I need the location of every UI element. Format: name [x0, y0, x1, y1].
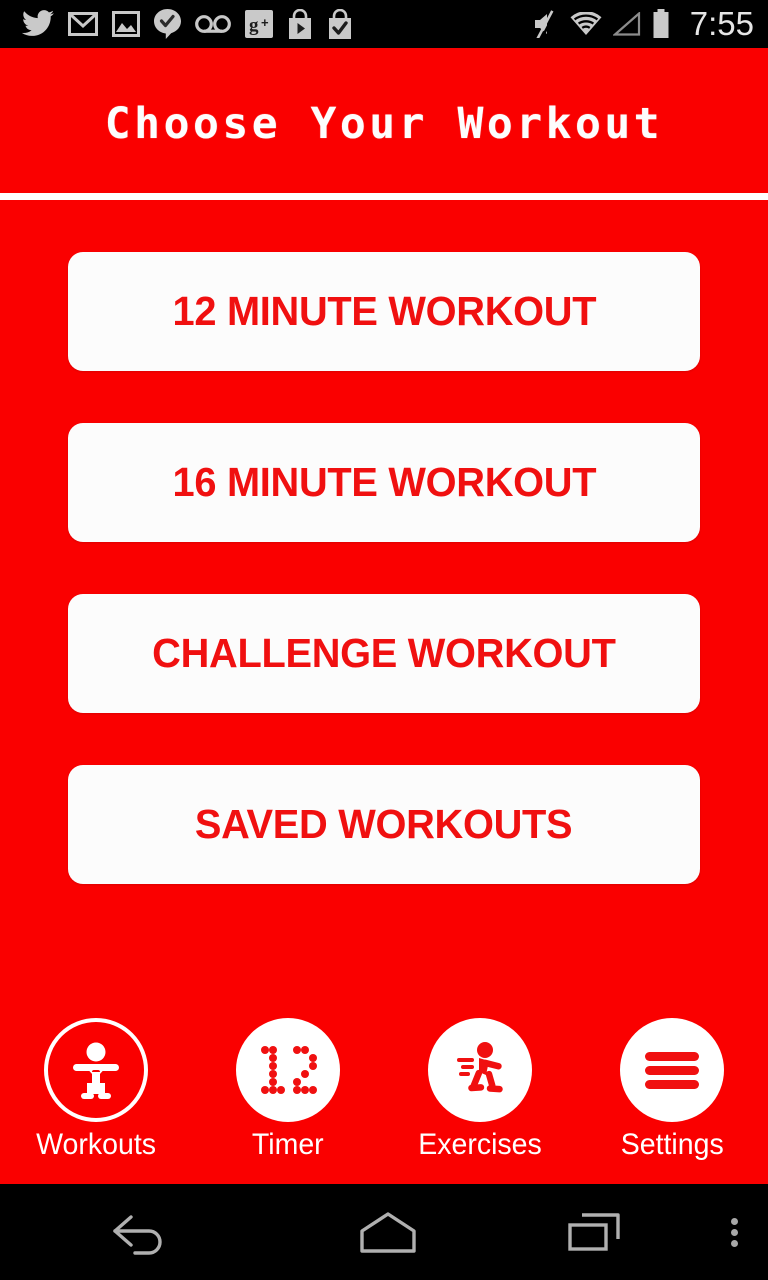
volume-muted-icon [534, 10, 557, 38]
play-store-installed-icon [329, 9, 351, 39]
voicemail-icon [195, 15, 231, 33]
recents-icon[interactable] [495, 1209, 695, 1255]
hamburger-bar [645, 1065, 699, 1075]
nav-label-settings: Settings [620, 1128, 724, 1161]
nav-item-timer[interactable]: Timer [192, 1018, 384, 1162]
home-icon[interactable] [280, 1209, 495, 1255]
battery-icon [653, 9, 669, 38]
nav-item-workouts[interactable]: Workouts [0, 1018, 192, 1162]
overflow-menu-icon[interactable] [695, 1214, 768, 1251]
overflow-dot [731, 1228, 738, 1236]
workout-button-saved[interactable]: SAVED WORKOUTS [68, 765, 700, 884]
workout-button-16-minute[interactable]: 16 MINUTE WORKOUT [68, 423, 700, 542]
nav-item-exercises[interactable]: Exercises [384, 1018, 576, 1162]
app-header: Choose Your Workout [0, 48, 768, 200]
play-store-download-icon [289, 9, 311, 39]
workout-button-label: SAVED WORKOUTS [195, 801, 573, 847]
overflow-dot [731, 1239, 738, 1247]
workouts-figure-icon [44, 1018, 148, 1122]
nav-label-exercises: Exercises [418, 1128, 542, 1161]
nav-item-settings[interactable]: Settings [576, 1018, 768, 1162]
status-bar: g + 7:55 [0, 0, 768, 48]
cellular-signal-icon [612, 12, 640, 36]
workout-button-label: CHALLENGE WORKOUT [152, 630, 616, 676]
wifi-icon [570, 12, 602, 35]
twitter-icon [22, 10, 54, 36]
page-title: Choose Your Workout [104, 99, 664, 149]
hamburger-bar [645, 1079, 699, 1089]
workout-button-label: 16 MINUTE WORKOUT [172, 459, 596, 505]
timer-12-icon [236, 1018, 340, 1122]
nav-label-timer: Timer [252, 1128, 324, 1161]
back-icon[interactable] [0, 1209, 280, 1255]
workout-list: 12 MINUTE WORKOUT 16 MINUTE WORKOUT CHAL… [0, 200, 768, 1006]
google-plus-icon: g + [245, 10, 273, 38]
running-figure-icon [428, 1018, 532, 1122]
status-bar-clock: 7:55 [689, 5, 754, 42]
hangouts-message-icon [154, 9, 181, 39]
android-navigation-bar [0, 1184, 768, 1280]
status-bar-notification-icons: g + [22, 9, 353, 39]
overflow-dot [731, 1217, 738, 1225]
nav-label-workouts: Workouts [36, 1128, 156, 1161]
svg-text:+: + [261, 15, 269, 30]
header-divider [0, 193, 768, 200]
workout-button-challenge[interactable]: CHALLENGE WORKOUT [68, 594, 700, 713]
workout-button-12-minute[interactable]: 12 MINUTE WORKOUT [68, 252, 700, 371]
bottom-navigation-bar: Workouts Timer Exercises Settings [0, 1006, 768, 1184]
app-screen: g + 7:55 Choose Your Workout 12 MINUTE W… [0, 0, 768, 1280]
gmail-icon [68, 12, 98, 36]
workout-button-label: 12 MINUTE WORKOUT [172, 288, 596, 334]
hamburger-menu-icon [620, 1018, 724, 1122]
svg-text:g: g [249, 15, 259, 36]
gallery-icon [112, 11, 140, 37]
hamburger-bar [645, 1051, 699, 1061]
status-bar-system-icons: 7:55 [531, 5, 754, 43]
